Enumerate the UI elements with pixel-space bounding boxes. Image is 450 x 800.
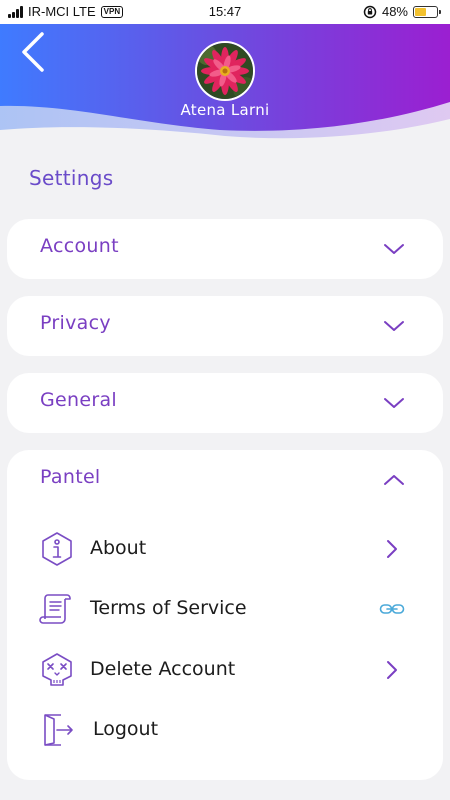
chevron-down-icon [384, 244, 404, 254]
section-account: Account [7, 219, 443, 279]
status-right: 48% [363, 4, 441, 19]
chevron-up-icon [384, 475, 404, 485]
profile-header: Atena Larni [0, 24, 450, 144]
section-privacy-label: Privacy [40, 312, 111, 334]
section-pantel: Pantel About Terms of Service Delete Acc… [7, 450, 443, 780]
section-privacy: Privacy [7, 296, 443, 356]
section-privacy-header[interactable]: Privacy [7, 296, 443, 356]
skull-icon [42, 653, 72, 686]
section-account-label: Account [40, 235, 119, 257]
section-general-header[interactable]: General [7, 373, 443, 433]
chevron-right-icon [387, 540, 397, 558]
terms-of-service-item[interactable]: Terms of Service [7, 581, 443, 637]
battery-fill [415, 7, 427, 16]
scroll-icon [39, 594, 71, 624]
orientation-lock-icon [363, 5, 377, 18]
info-icon [42, 532, 72, 566]
section-account-header[interactable]: Account [7, 219, 443, 279]
about-label: About [90, 537, 147, 559]
logout-item[interactable]: Logout [7, 702, 443, 758]
logout-label: Logout [93, 718, 159, 740]
chevron-down-icon [384, 398, 404, 408]
avatar[interactable] [195, 41, 255, 101]
logout-icon [44, 714, 73, 746]
link-icon [379, 604, 405, 614]
terms-of-service-label: Terms of Service [90, 597, 247, 619]
flower-image [197, 43, 253, 99]
chevron-right-icon [387, 661, 397, 679]
battery-percent: 48% [381, 4, 408, 19]
settings-title: Settings [29, 166, 114, 190]
about-item[interactable]: About [7, 521, 443, 577]
section-pantel-label: Pantel [40, 466, 101, 488]
chevron-down-icon [384, 321, 404, 331]
section-general-label: General [40, 389, 117, 411]
status-bar: IR-MCI LTE VPN 15:47 48% [0, 0, 450, 24]
user-name: Atena Larni [180, 101, 270, 119]
battery-icon [413, 5, 441, 18]
section-pantel-header[interactable]: Pantel [7, 450, 443, 510]
back-button[interactable] [18, 30, 48, 74]
delete-account-item[interactable]: Delete Account [7, 642, 443, 698]
section-general: General [7, 373, 443, 433]
delete-account-label: Delete Account [90, 658, 236, 680]
chevron-left-icon [22, 32, 44, 72]
